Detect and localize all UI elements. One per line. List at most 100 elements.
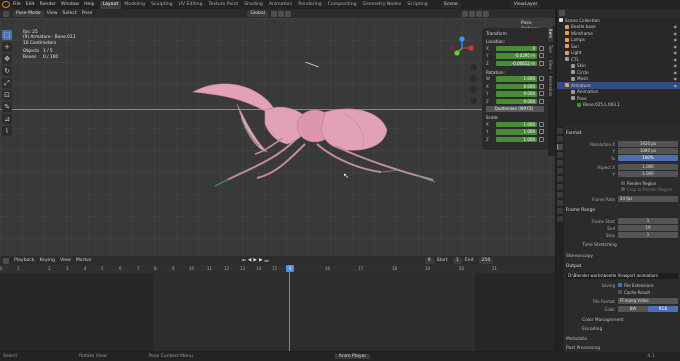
workspace-tab-rendering[interactable]: Rendering: [295, 1, 324, 9]
lock-icon[interactable]: [539, 91, 544, 97]
step-back-icon[interactable]: ◀: [248, 258, 252, 264]
rotation-x-field[interactable]: 0.000: [496, 83, 537, 89]
resolution-y-field[interactable]: 1080 px: [618, 148, 678, 154]
pivot-icon[interactable]: [271, 10, 277, 17]
scene-tab-icon[interactable]: [557, 160, 563, 166]
xray-icon[interactable]: [469, 10, 475, 17]
scale-y-field[interactable]: 1.000: [496, 129, 537, 135]
format-section-header[interactable]: Format: [566, 131, 581, 136]
resolution-percent-field[interactable]: 100%: [618, 155, 678, 161]
transform-tool-icon[interactable]: ⊡: [2, 90, 12, 100]
tool-tab-icon[interactable]: [557, 128, 563, 134]
menu-window[interactable]: Window: [61, 2, 79, 7]
view-layer-selector[interactable]: ViewLayer: [510, 1, 541, 8]
step-forward-icon[interactable]: ▶: [259, 258, 263, 264]
scale-x-field[interactable]: 1.000: [496, 121, 537, 127]
timeline-area[interactable]: [0, 265, 555, 351]
physics-tab-icon[interactable]: [557, 192, 563, 198]
lock-icon[interactable]: [539, 45, 544, 51]
rotation-mode-dropdown[interactable]: Quaternion (WXYZ): [486, 106, 544, 112]
output-path-field[interactable]: D:\Blender works\beetle Viewport animati…: [566, 273, 678, 279]
workspace-tab-animation[interactable]: Animation: [266, 1, 295, 9]
tab-view[interactable]: View: [548, 57, 553, 74]
proportional-edit-icon[interactable]: [285, 10, 291, 17]
lock-icon[interactable]: [539, 98, 544, 104]
3d-viewport[interactable]: fps: 25 (9) Armature : Bone.013 10 Centi…: [0, 18, 555, 256]
color-bw-button[interactable]: BW: [618, 306, 648, 312]
snap-icon[interactable]: [278, 10, 284, 17]
navigation-gizmo[interactable]: [448, 34, 476, 62]
pose-menu[interactable]: Pose: [82, 11, 93, 16]
end-frame-field[interactable]: 250: [478, 257, 494, 264]
rotate-tool-icon[interactable]: ↻: [2, 66, 12, 76]
eye-icon[interactable]: ◉: [674, 83, 678, 88]
stereoscopy-header[interactable]: Stereoscopy: [566, 254, 593, 259]
tab-animation[interactable]: Animation: [548, 73, 553, 101]
eye-icon[interactable]: ◉: [674, 44, 678, 49]
zoom-icon[interactable]: [470, 64, 477, 71]
play-icon[interactable]: ▶: [253, 258, 257, 264]
color-rgb-button[interactable]: RGB: [648, 306, 678, 312]
pose-options-dropdown[interactable]: Pose Options: [518, 21, 552, 32]
view-layer-tab-icon[interactable]: [557, 152, 563, 158]
encoding-header[interactable]: Encoding: [582, 327, 602, 332]
blender-logo-icon[interactable]: [2, 1, 10, 8]
workspace-tab-modeling[interactable]: Modeling: [121, 1, 148, 9]
menu-help[interactable]: Help: [84, 2, 94, 7]
eye-icon[interactable]: ◉: [674, 70, 678, 75]
lock-icon[interactable]: [539, 76, 544, 82]
pan-icon[interactable]: [470, 75, 477, 82]
menu-render[interactable]: Render: [40, 2, 56, 7]
data-tab-icon[interactable]: [557, 208, 563, 214]
marker-menu[interactable]: Marker: [76, 258, 92, 263]
lock-icon[interactable]: [539, 53, 544, 59]
cursor-tool-icon[interactable]: +: [2, 42, 12, 52]
frame-range-section-header[interactable]: Frame Range: [566, 208, 595, 213]
eye-icon[interactable]: ◉: [674, 76, 678, 81]
workspace-tab-shading[interactable]: Shading: [241, 1, 266, 9]
overlay-icon[interactable]: [462, 10, 468, 17]
playhead[interactable]: [289, 265, 290, 351]
timeline-view-menu[interactable]: View: [60, 258, 71, 263]
post-processing-header[interactable]: Post Processing: [566, 346, 600, 351]
outliner-row[interactable]: Bone.025.L.003.1: [557, 102, 680, 109]
crop-checkbox[interactable]: [621, 187, 625, 191]
scale-z-field[interactable]: 1.000: [496, 136, 537, 142]
perspective-toggle-icon[interactable]: [470, 97, 477, 104]
annotate-tool-icon[interactable]: ✎: [2, 102, 12, 112]
location-z-field[interactable]: -0.00612 m: [496, 60, 537, 66]
lock-icon[interactable]: [539, 136, 544, 142]
timeline-ruler[interactable]: 0 1 2 3 4 5 6 7 8 9 10 11 12 13 14 15 16…: [0, 265, 555, 273]
frame-end-field[interactable]: 19: [618, 225, 678, 231]
playhead-frame-label[interactable]: 9: [286, 265, 294, 272]
shading-solid-icon[interactable]: [476, 10, 482, 17]
timeline-editor-type-icon[interactable]: [3, 257, 9, 264]
workspace-tab-geometry-nodes[interactable]: Geometry Nodes: [360, 1, 405, 9]
color-management-header[interactable]: Color Management: [582, 318, 624, 323]
metadata-header[interactable]: Metadata: [566, 337, 587, 342]
shading-material-icon[interactable]: [483, 10, 489, 17]
eye-icon[interactable]: ◉: [674, 63, 678, 68]
location-x-field[interactable]: 0: [496, 45, 537, 51]
scene-selector[interactable]: Scene: [440, 1, 461, 8]
object-tab-icon[interactable]: [557, 176, 563, 182]
move-tool-icon[interactable]: ✥: [2, 54, 12, 64]
tab-item[interactable]: Item: [548, 26, 553, 43]
eye-icon[interactable]: ◉: [674, 31, 678, 36]
file-extensions-checkbox[interactable]: [618, 283, 622, 287]
select-menu[interactable]: Select: [63, 11, 77, 16]
anim-player-button[interactable]: Anim Player: [334, 354, 371, 359]
constraint-tab-icon[interactable]: [557, 200, 563, 206]
jump-start-icon[interactable]: ⏮: [242, 258, 246, 264]
eye-icon[interactable]: ◉: [674, 50, 678, 55]
rotation-z-field[interactable]: 0.000: [496, 98, 537, 104]
output-section-header[interactable]: Output: [566, 264, 581, 269]
current-frame-field[interactable]: 9: [424, 257, 434, 264]
workspace-tab-texture-paint[interactable]: Texture Paint: [206, 1, 242, 9]
camera-view-icon[interactable]: [470, 86, 477, 93]
outliner-editor-icon[interactable]: [559, 10, 565, 16]
menu-edit[interactable]: Edit: [26, 2, 35, 7]
view-menu[interactable]: View: [47, 11, 58, 16]
bone-tab-icon[interactable]: [557, 216, 563, 222]
render-region-checkbox[interactable]: [621, 181, 625, 185]
